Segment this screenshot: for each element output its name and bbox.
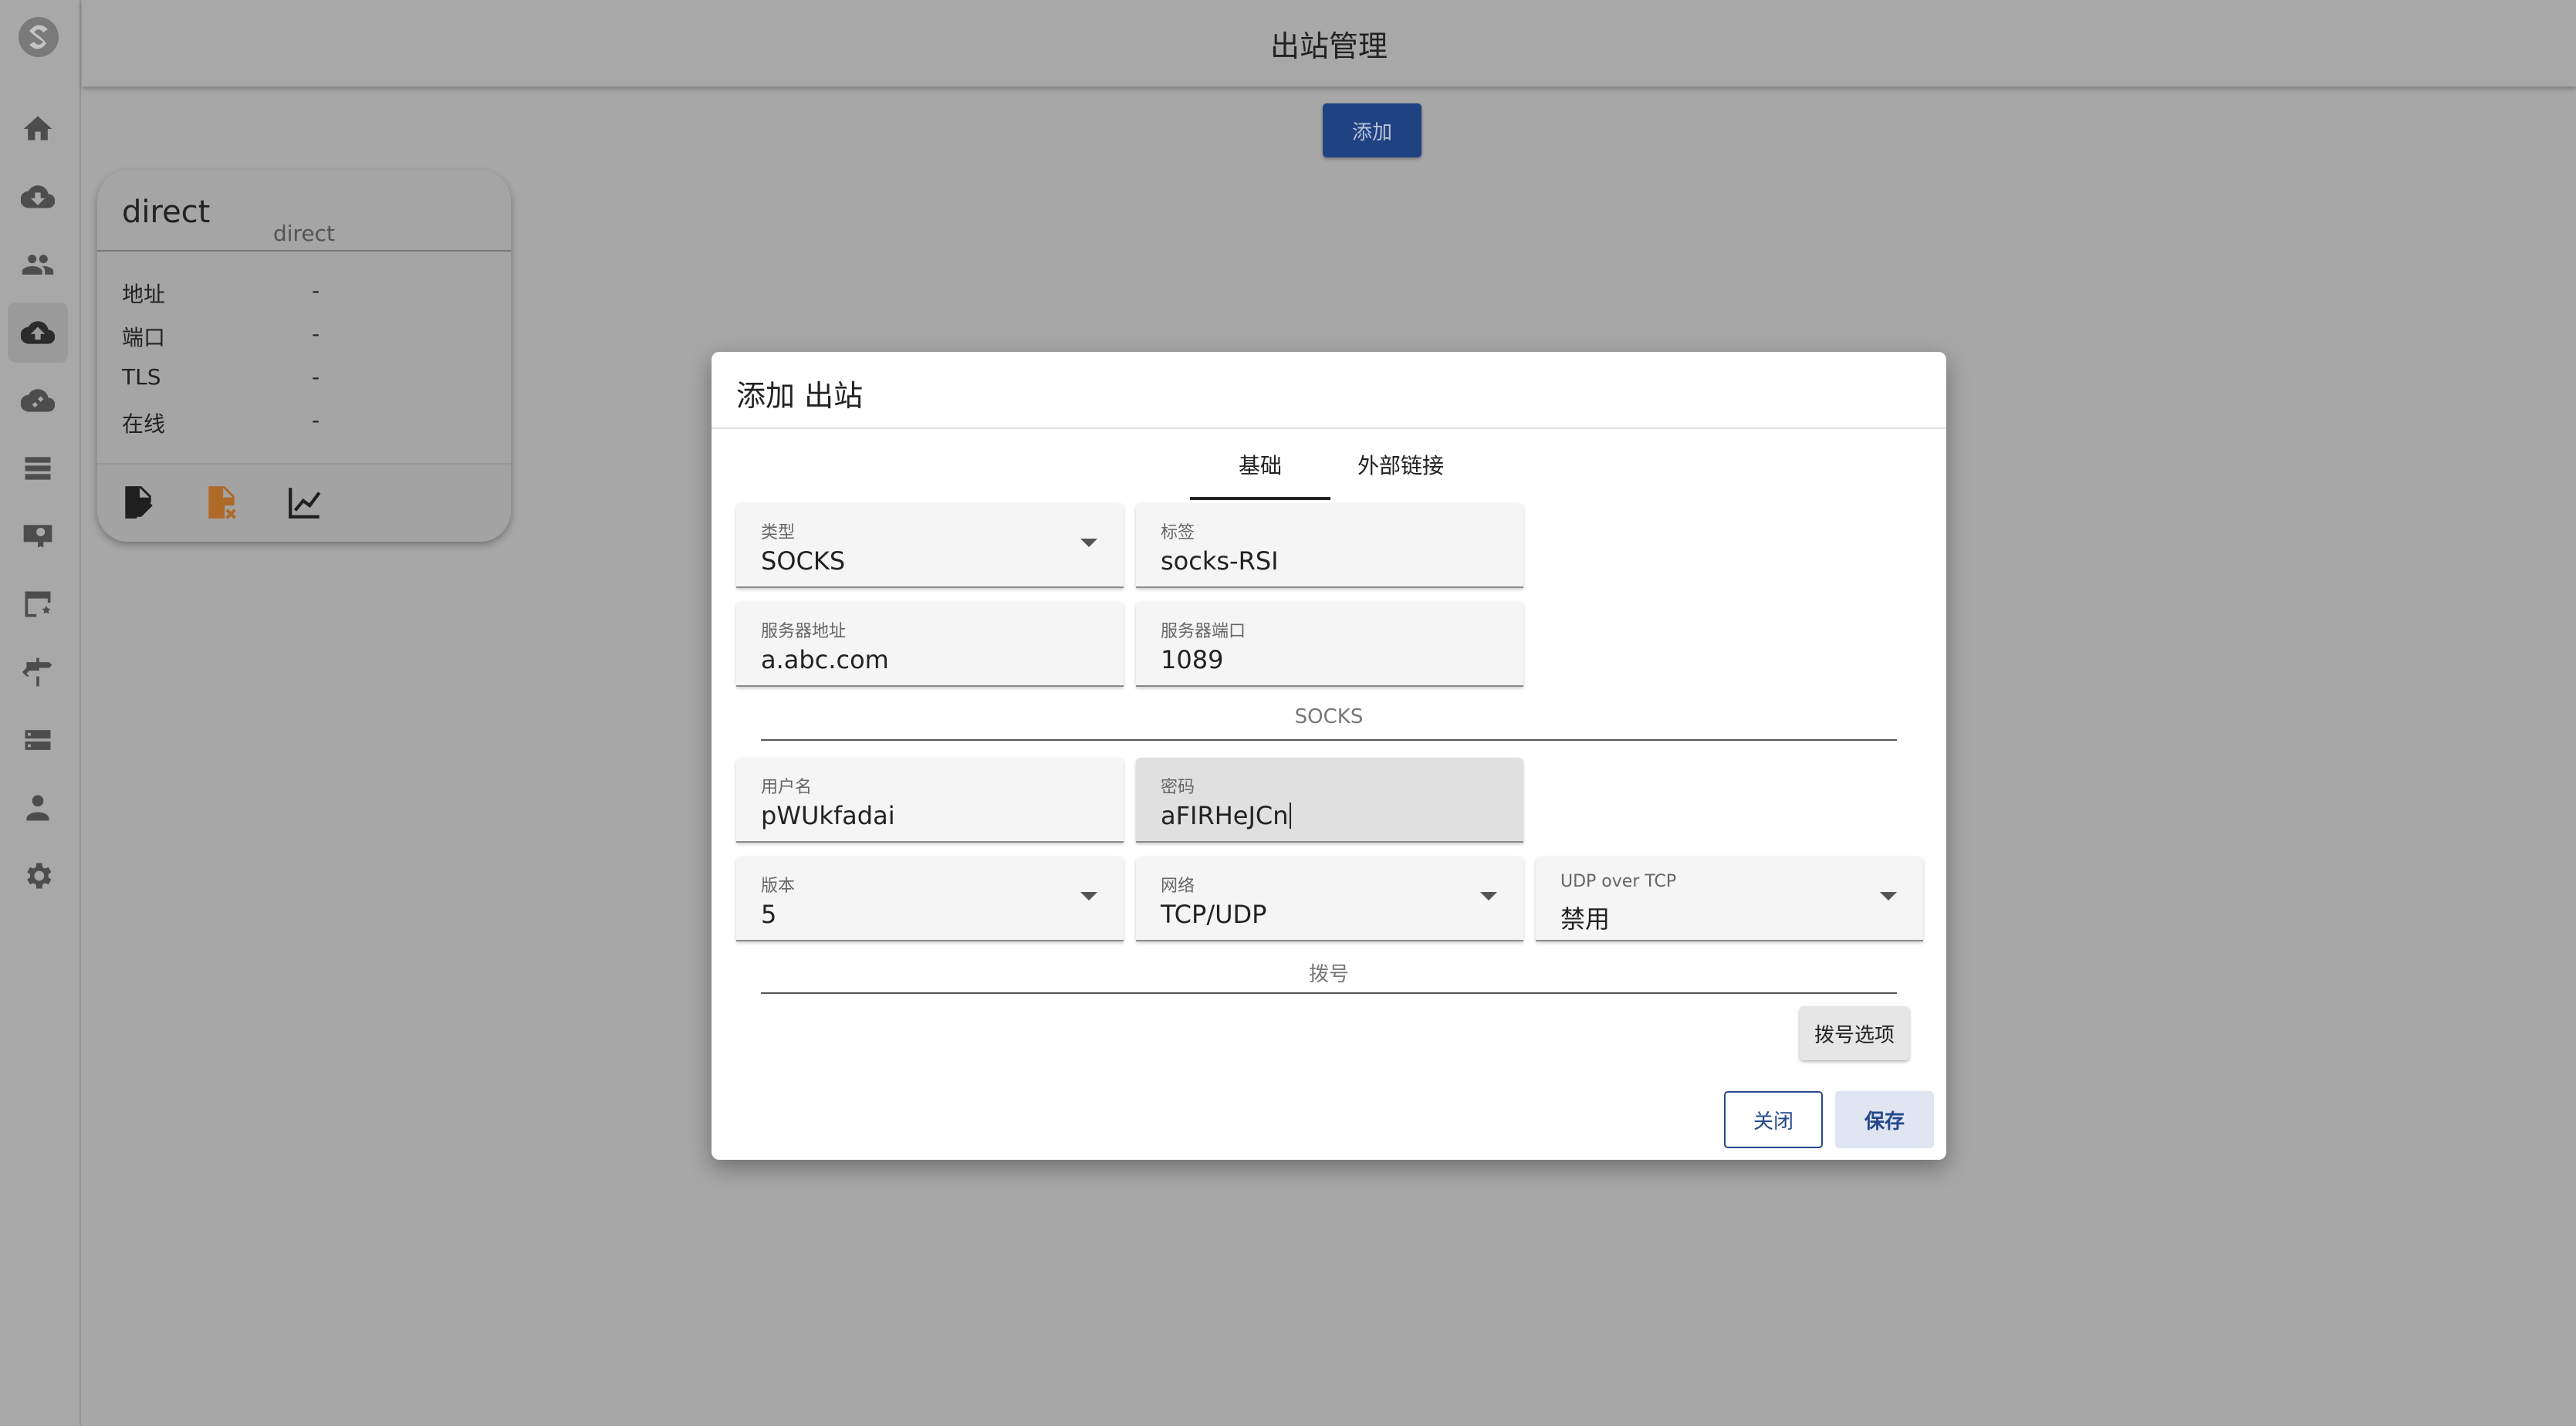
password-input[interactable]: 密码 aFIRHeJCn [1136, 758, 1523, 843]
field-label: 网络 [1161, 877, 1195, 896]
sidebar-item-inbound[interactable] [8, 167, 68, 227]
section-socks-label: SOCKS [1294, 705, 1364, 728]
chevron-down-icon [1080, 539, 1097, 547]
field-value: SOCKS [761, 546, 846, 576]
section-divider [761, 992, 1897, 994]
field-label: 服务器端口 [1161, 622, 1246, 641]
sidebar-item-dns[interactable] [8, 574, 68, 634]
version-select[interactable]: 版本 5 [736, 857, 1124, 941]
card-row-value: - [312, 321, 320, 346]
field-value: 禁用 [1560, 904, 1611, 934]
edit-icon [125, 486, 153, 519]
sidebar-item-cloud-sync[interactable] [8, 370, 68, 431]
tab-external-link[interactable]: 外部链接 [1330, 449, 1471, 500]
card-row-tls: TLS - [122, 364, 319, 390]
app-logo[interactable] [15, 14, 62, 60]
card-row-label: TLS [122, 364, 161, 390]
username-input[interactable]: 用户名 pWUkfadai [736, 758, 1124, 843]
save-button[interactable]: 保存 [1835, 1091, 1934, 1148]
field-label: 服务器地址 [761, 622, 847, 641]
server-address-input[interactable]: 服务器地址 a.abc.com [736, 602, 1124, 687]
card-row-label: 在线 [122, 411, 166, 437]
card-row-label: 端口 [122, 325, 166, 350]
field-label: 版本 [761, 877, 796, 896]
tab-basic[interactable]: 基础 [1190, 449, 1330, 500]
chevron-down-icon [1480, 892, 1497, 901]
dns-settings-icon [25, 591, 51, 617]
page-title: 出站管理 [1269, 29, 1388, 63]
field-label: UDP over TCP [1560, 872, 1677, 891]
top-app-bar: 出站管理 [82, 0, 2576, 86]
field-label: 标签 [1161, 523, 1195, 542]
card-actions [97, 463, 511, 542]
field-value: socks-RSI [1161, 546, 1279, 576]
server-list-icon [25, 457, 51, 480]
sidebar-item-home[interactable] [8, 99, 68, 159]
sidebar-item-users[interactable] [8, 235, 68, 295]
sidebar [0, 0, 81, 1426]
sidebar-item-certificates[interactable] [8, 506, 68, 566]
field-value: a.abc.com [761, 645, 889, 674]
close-button[interactable]: 关闭 [1724, 1091, 1823, 1148]
sidebar-item-settings[interactable] [8, 846, 68, 906]
sidebar-item-outbound[interactable] [8, 302, 68, 363]
tag-input[interactable]: 标签 socks-RSI [1136, 503, 1523, 588]
storage-icon [25, 730, 51, 750]
cloud-sync-icon [21, 389, 55, 412]
gear-icon [27, 863, 52, 889]
section-divider [761, 739, 1897, 741]
inbound-cloud-download-icon [21, 185, 55, 208]
card-row-label: 地址 [122, 282, 166, 307]
field-label: 用户名 [761, 778, 813, 797]
udp-over-tcp-select[interactable]: UDP over TCP 禁用 [1536, 857, 1923, 941]
sidebar-item-routing[interactable] [8, 642, 68, 702]
field-value: 5 [761, 900, 777, 929]
stats-chart-icon [289, 488, 321, 519]
field-value-wrap: aFIRHeJCn [1161, 801, 1291, 830]
tab-label: 基础 [1238, 453, 1282, 478]
sidebar-item-admins[interactable] [8, 778, 68, 838]
delete-file-icon [208, 486, 236, 519]
field-value: TCP/UDP [1161, 900, 1267, 929]
card-subtitle: direct [272, 221, 336, 246]
server-port-input[interactable]: 服务器端口 1089 [1136, 602, 1523, 687]
network-select[interactable]: 网络 TCP/UDP [1136, 857, 1523, 941]
text-cursor [1289, 803, 1291, 829]
card-row-value: - [312, 278, 320, 303]
card-row-online: 在线 - [122, 407, 319, 438]
users-icon [22, 255, 54, 275]
dial-options-button[interactable]: 拨号选项 [1800, 1006, 1909, 1060]
section-dial-label: 拨号 [1308, 963, 1349, 986]
field-value: aFIRHeJCn [1161, 801, 1289, 830]
field-label: 类型 [761, 523, 796, 542]
card-divider [97, 250, 511, 252]
routing-signpost-icon [22, 657, 52, 687]
type-select[interactable]: 类型 SOCKS [736, 503, 1124, 588]
add-outbound-button[interactable]: 添加 [1323, 103, 1422, 157]
card-row-port: 端口 - [122, 321, 319, 352]
sidebar-item-servers[interactable] [8, 438, 68, 498]
dialog-header-divider [712, 427, 1946, 429]
dialog-title: 添加 出站 [736, 379, 864, 413]
field-label: 密码 [1161, 778, 1195, 797]
sidebar-item-storage[interactable] [8, 710, 68, 770]
add-outbound-dialog: 添加 出站 基础 外部链接 类型 SOCKS 标签 socks-RSI 服务器地… [712, 352, 1946, 1160]
field-value: pWUkfadai [761, 801, 895, 830]
certificate-icon [23, 525, 52, 548]
tab-label: 外部链接 [1357, 453, 1444, 478]
card-row-address: 地址 - [122, 278, 319, 309]
chevron-down-icon [1880, 892, 1897, 901]
chevron-down-icon [1080, 892, 1097, 901]
card-row-value: - [312, 364, 320, 390]
stats-button[interactable] [286, 483, 324, 522]
edit-button[interactable] [119, 483, 157, 522]
home-icon [23, 116, 52, 140]
card-row-value: - [312, 407, 320, 433]
admin-user-icon [26, 795, 49, 821]
field-value: 1089 [1161, 645, 1224, 674]
outbound-cloud-upload-icon [21, 321, 55, 344]
delete-button[interactable] [202, 483, 241, 522]
outbound-card: direct direct 地址 - 端口 - TLS - 在线 - [97, 170, 511, 542]
